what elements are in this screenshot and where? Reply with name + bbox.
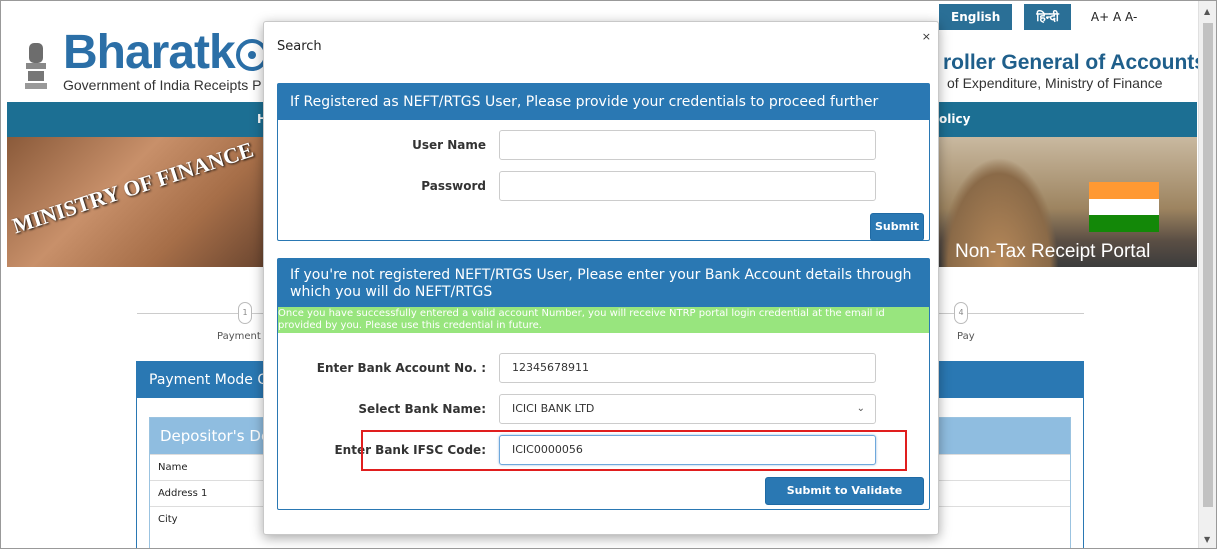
step-1-indicator: 1: [238, 302, 252, 324]
scroll-up-arrow-icon[interactable]: ▲: [1204, 7, 1210, 16]
unregistered-panel-heading: If you're not registered NEFT/RTGS User,…: [278, 259, 929, 307]
national-emblem-icon: [25, 43, 47, 89]
scroll-thumb[interactable]: [1203, 23, 1213, 507]
username-row: User Name: [278, 130, 929, 162]
registered-panel-heading: If Registered as NEFT/RTGS User, Please …: [278, 84, 929, 120]
page-scrollbar[interactable]: ▲ ▼: [1198, 1, 1216, 548]
banner-ministry-image: MINISTRY OF FINANCE: [7, 137, 263, 267]
step-4-indicator: 4: [954, 302, 968, 324]
scroll-down-arrow-icon[interactable]: ▼: [1204, 535, 1210, 544]
search-modal: Search × If Registered as NEFT/RTGS User…: [263, 21, 939, 535]
row-label-name: Name: [158, 462, 188, 473]
modal-title: Search: [277, 39, 322, 54]
bank-row: Select Bank Name: ICICI BANK LTD ⌄: [278, 394, 929, 426]
username-label: User Name: [412, 138, 486, 152]
credential-notice: Once you have successfully entered a val…: [278, 307, 929, 333]
language-bar: English हिन्दी A+ A A-: [939, 4, 1147, 30]
brand-subtitle: Government of India Receipts P: [63, 77, 262, 93]
account-row: Enter Bank Account No. : 12345678911: [278, 353, 929, 385]
bank-name-value: ICICI BANK LTD: [512, 402, 595, 415]
browser-viewport: English हिन्दी A+ A A- BharatkS Governme…: [0, 0, 1217, 549]
banner-ministry-text: MINISTRY OF FINANCE: [9, 137, 257, 239]
cga-subtitle: of Expenditure, Ministry of Finance: [947, 75, 1163, 91]
account-number-input[interactable]: 12345678911: [499, 353, 876, 383]
bank-name-select[interactable]: ICICI BANK LTD ⌄: [499, 394, 876, 424]
font-size-controls[interactable]: A+ A A-: [1091, 10, 1137, 24]
validate-account-button[interactable]: Submit to Validate Account: [765, 477, 924, 523]
step-4-label: Pay: [957, 331, 975, 342]
nav-item-policy[interactable]: olicy: [939, 112, 970, 126]
language-english-button[interactable]: English: [939, 4, 1013, 30]
row-label-city: City: [158, 514, 178, 525]
unregistered-user-panel: If you're not registered NEFT/RTGS User,…: [277, 258, 930, 523]
brand-name: Bharatk: [63, 26, 236, 79]
row-label-address: Address 1: [158, 488, 208, 499]
cga-title: roller General of Accounts: [943, 51, 1206, 74]
india-flag-icon: [1089, 182, 1159, 232]
registered-user-panel: If Registered as NEFT/RTGS User, Please …: [277, 83, 930, 241]
close-icon[interactable]: ×: [922, 30, 931, 43]
password-label: Password: [421, 179, 486, 193]
password-row: Password: [278, 171, 929, 203]
submit-button[interactable]: Submit: [870, 213, 924, 241]
chevron-down-icon: ⌄: [856, 403, 865, 414]
username-input[interactable]: [499, 130, 876, 160]
portal-title: Non-Tax Receipt Portal: [955, 241, 1151, 262]
bank-label: Select Bank Name:: [358, 402, 486, 416]
language-hindi-button[interactable]: हिन्दी: [1024, 4, 1071, 30]
account-label: Enter Bank Account No. :: [316, 361, 486, 375]
password-input[interactable]: [499, 171, 876, 201]
ifsc-highlight-box: [361, 430, 907, 471]
